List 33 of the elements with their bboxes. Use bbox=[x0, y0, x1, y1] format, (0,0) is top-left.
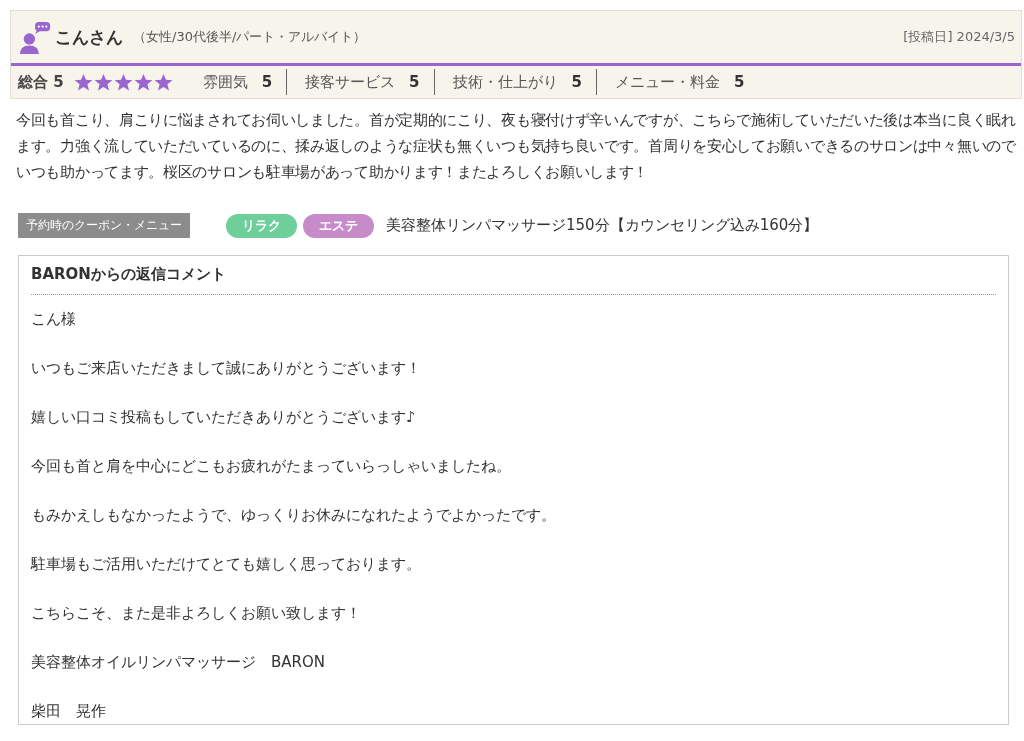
review-text: 今回も首こり、肩こりに悩まされてお伺いしました。首が定期的にこり、夜も寝付けず辛いんですが、こちらで施術していただいた後は本当に良く眠れます。力強く流していただいているのに、揉み返しのような症状も無くいつも気持ち良いです。首周りを安心してお願いできるのサロンは中々無いのでいつも助かってます。桜区のサロンも駐車場があって助かります！またよろしくお願いします！ bbox=[16, 111, 1016, 182]
category-tag: リラク bbox=[226, 213, 297, 238]
star-icon bbox=[73, 72, 93, 92]
rating-score: 5 bbox=[734, 73, 745, 91]
rating-label: 技術・仕上がり bbox=[452, 72, 558, 92]
rating-label: 接客サービス bbox=[305, 72, 396, 92]
rating-score: 5 bbox=[571, 73, 582, 91]
rating-label: 雰囲気 bbox=[202, 72, 248, 92]
reply-paragraph: いつもご来店いただきまして誠にありがとうございます！ bbox=[31, 358, 422, 379]
menu-name: 美容整体リンパマッサージ150分【カウンセリング込み160分】 bbox=[386, 216, 819, 235]
reply-paragraph: 嬉しい口コミ投稿もしていただきありがとうございます♪ bbox=[31, 407, 417, 428]
star-icon bbox=[93, 72, 113, 92]
reply-paragraph: 駐車場もご活用いただけてとても嬉しく思っております。 bbox=[31, 554, 422, 575]
star-icon bbox=[133, 72, 153, 92]
user-chat-icon bbox=[19, 20, 53, 54]
reply-paragraph: こん様 bbox=[31, 309, 77, 330]
reviewer-profile: （女性/30代後半/パート・アルバイト） bbox=[133, 28, 367, 46]
category-tag: エステ bbox=[303, 213, 374, 238]
reply-paragraph: 今回も首と肩を中心にどこもお疲れがたまっていらっしゃいましたね。 bbox=[31, 456, 512, 477]
coupon-label: 予約時のクーポン・メニュー bbox=[18, 213, 190, 238]
rating-label: メニュー・料金 bbox=[615, 72, 720, 92]
rating-score: 5 bbox=[409, 73, 420, 91]
rating-score: 5 bbox=[261, 73, 273, 91]
star-icon bbox=[153, 72, 173, 92]
reviewer-name: こんさん bbox=[55, 25, 123, 49]
reply-paragraph: もみかえしもなかったようで、ゆっくりお休みになれたようでよかったです。 bbox=[31, 505, 557, 526]
overall-rating: 総合 5 bbox=[18, 72, 64, 92]
reply-paragraph: こちらこそ、また是非よろしくお願い致します！ bbox=[31, 603, 362, 624]
reply-paragraph: 美容整体オイルリンパマッサージ BARON bbox=[31, 652, 326, 673]
star-icon bbox=[113, 72, 133, 92]
post-date: [投稿日] 2024/3/5 bbox=[903, 28, 1015, 46]
reply-paragraph: 柴田 晃作 bbox=[31, 701, 107, 722]
reply-title: BARONからの返信コメント bbox=[31, 256, 996, 295]
